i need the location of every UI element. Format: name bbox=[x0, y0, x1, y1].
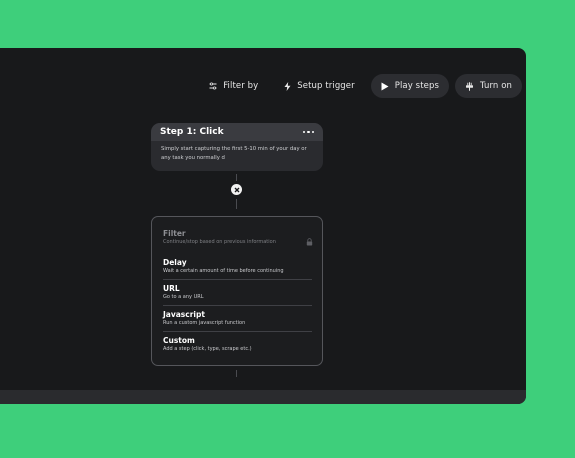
more-icon[interactable] bbox=[302, 130, 314, 134]
divider bbox=[163, 305, 312, 306]
lock-icon bbox=[306, 231, 313, 250]
step-card[interactable]: Step 1: Click Simply start capturing the… bbox=[151, 123, 323, 171]
step-description: Simply start capturing the first 5-10 mi… bbox=[161, 146, 307, 161]
lightning-icon bbox=[284, 81, 291, 91]
play-icon bbox=[381, 82, 389, 91]
filter-by-button[interactable]: Filter by bbox=[199, 74, 268, 98]
setup-trigger-button[interactable]: Setup trigger bbox=[274, 74, 364, 98]
menu-item-delay[interactable]: Delay Wait a certain amount of time befo… bbox=[163, 258, 312, 274]
menu-item-title: Filter bbox=[163, 229, 186, 238]
menu-item-subtitle: Go to a any URL bbox=[163, 294, 204, 300]
bottom-bar bbox=[0, 390, 526, 404]
divider bbox=[163, 331, 312, 332]
menu-item-title: Javascript bbox=[163, 310, 205, 319]
menu-item-subtitle: Wait a certain amount of time before con… bbox=[163, 268, 284, 274]
turn-on-label: Turn on bbox=[479, 81, 512, 91]
menu-item-javascript[interactable]: Javascript Run a custom javascript funct… bbox=[163, 310, 312, 326]
connector-line bbox=[236, 174, 237, 181]
turn-on-button[interactable]: Turn on bbox=[454, 74, 522, 98]
menu-item-custom[interactable]: Custom Add a step (click, type, scrape e… bbox=[163, 336, 312, 352]
connector-line bbox=[236, 199, 237, 209]
filter-icon bbox=[209, 82, 217, 90]
step-title: Step 1: Click bbox=[160, 127, 224, 137]
add-step-menu: Filter Continue/stop based on previous i… bbox=[151, 216, 323, 366]
menu-item-title: Custom bbox=[163, 336, 195, 345]
menu-item-title: Delay bbox=[163, 258, 187, 267]
menu-item-subtitle: Run a custom javascript function bbox=[163, 320, 246, 326]
plug-icon bbox=[465, 81, 474, 91]
menu-item-subtitle: Add a step (click, type, scrape etc.) bbox=[163, 346, 252, 352]
menu-item-filter[interactable]: Filter Continue/stop based on previous i… bbox=[163, 229, 312, 245]
connector-line bbox=[236, 370, 237, 377]
play-steps-label: Play steps bbox=[394, 81, 439, 91]
setup-trigger-label: Setup trigger bbox=[297, 81, 355, 91]
close-icon[interactable] bbox=[231, 184, 242, 195]
divider bbox=[163, 279, 312, 280]
toolbar: Filter by Setup trigger Play steps Turn … bbox=[199, 74, 522, 98]
filter-by-label: Filter by bbox=[223, 81, 259, 91]
step-card-header: Step 1: Click bbox=[151, 123, 323, 141]
menu-item-subtitle: Continue/stop based on previous informat… bbox=[163, 239, 276, 245]
menu-item-url[interactable]: URL Go to a any URL bbox=[163, 284, 312, 300]
menu-item-title: URL bbox=[163, 284, 180, 293]
workflow-editor-window: Filter by Setup trigger Play steps Turn … bbox=[0, 48, 526, 404]
play-steps-button[interactable]: Play steps bbox=[370, 74, 449, 98]
